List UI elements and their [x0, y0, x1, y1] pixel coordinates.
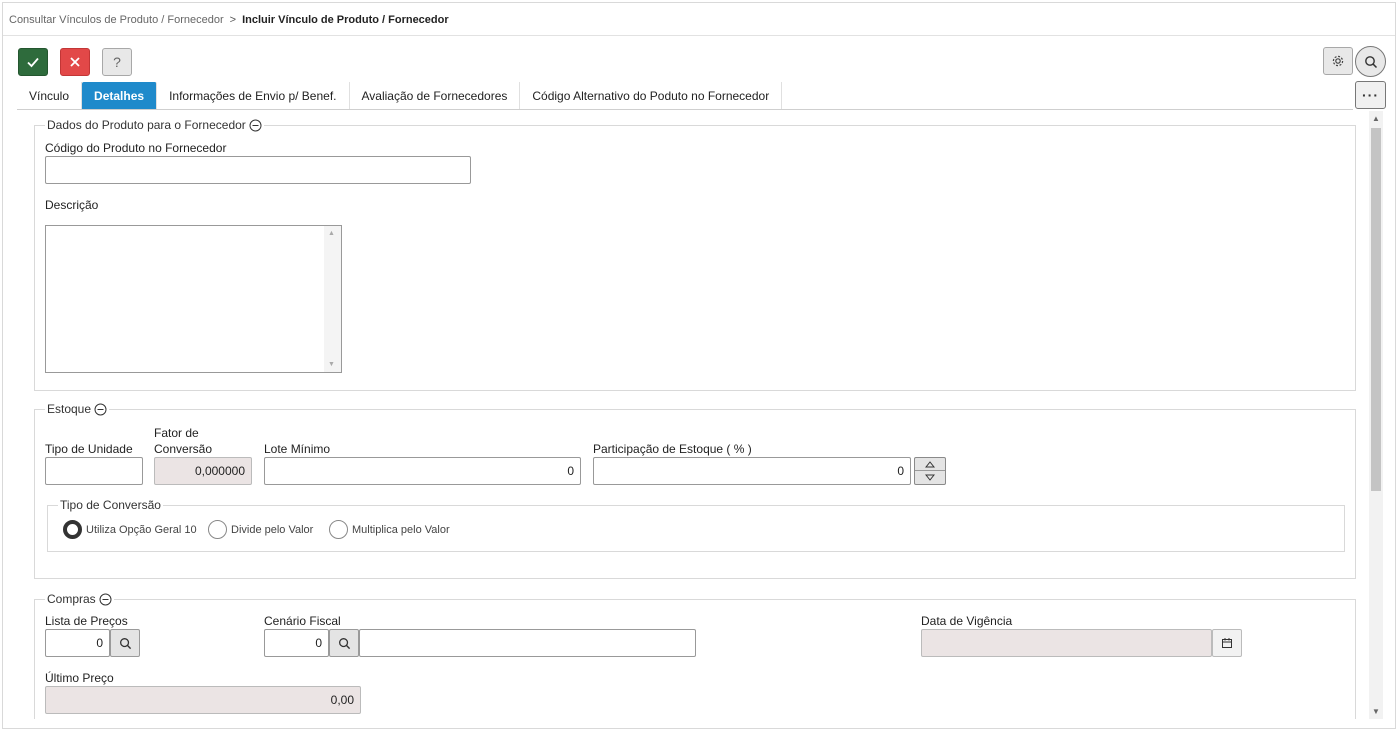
participacao-estoque-label: Participação de Estoque ( % ): [593, 442, 752, 456]
lista-precos-search-button[interactable]: [110, 629, 140, 657]
tab-codigo-alternativo[interactable]: Código Alternativo do Poduto no Forneced…: [520, 82, 783, 110]
tab-informacoes-envio[interactable]: Informações de Envio p/ Benef.: [157, 82, 350, 110]
estoque-section: Estoque Tipo de Unidade Fator de Convers…: [34, 402, 1356, 579]
fator-conversao-label-line2: Conversão: [154, 442, 213, 456]
more-options-button[interactable]: ···: [1355, 81, 1386, 109]
tab-content: Dados do Produto para o Fornecedor Códig…: [3, 111, 1369, 719]
page-scrollbar[interactable]: ▲ ▼: [1369, 111, 1383, 719]
estoque-legend: Estoque: [45, 402, 110, 416]
ultimo-preco-label: Último Preço: [45, 671, 114, 685]
tab-detalhes[interactable]: Detalhes: [82, 82, 158, 110]
radio-label: Multiplica pelo Valor: [352, 523, 450, 536]
compras-title: Compras: [47, 592, 96, 606]
search-button[interactable]: [1355, 46, 1386, 77]
triangle-down-icon: [925, 474, 935, 481]
tab-bar: Vínculo Detalhes Informações de Envio p/…: [17, 82, 783, 110]
radio-utiliza-opcao-geral[interactable]: Utiliza Opção Geral 10: [63, 520, 197, 539]
close-icon: [70, 57, 80, 67]
help-button[interactable]: ?: [102, 48, 132, 76]
cenario-fiscal-input[interactable]: 0: [264, 629, 329, 657]
tab-avaliacao-fornecedores[interactable]: Avaliação de Fornecedores: [350, 82, 521, 110]
scroll-up-icon[interactable]: ▲: [1372, 114, 1380, 123]
tabs-divider: [17, 109, 1353, 110]
scroll-down-icon[interactable]: ▼: [328, 361, 335, 368]
check-icon: [27, 57, 39, 68]
scroll-up-icon[interactable]: ▲: [328, 230, 335, 237]
fator-conversao-label-line1: Fator de: [154, 426, 199, 440]
participacao-estoque-input[interactable]: 0: [593, 457, 911, 485]
cancel-button[interactable]: [60, 48, 90, 76]
lista-precos-input[interactable]: 0: [45, 629, 110, 657]
codigo-produto-label: Código do Produto no Fornecedor: [45, 141, 227, 155]
radio-label: Utiliza Opção Geral 10: [86, 523, 197, 536]
search-icon: [119, 637, 131, 649]
calendar-button[interactable]: [1212, 629, 1242, 657]
triangle-up-icon: [925, 460, 935, 467]
descricao-label: Descrição: [45, 198, 99, 212]
tipo-unidade-input[interactable]: [45, 457, 143, 485]
stepper-up[interactable]: [915, 458, 945, 471]
lote-minimo-label: Lote Mínimo: [264, 442, 331, 456]
breadcrumb-parent-link[interactable]: Consultar Vínculos de Produto / Forneced…: [9, 14, 224, 26]
scroll-down-icon[interactable]: ▼: [1372, 707, 1380, 716]
lote-minimo-input[interactable]: 0: [264, 457, 581, 485]
radio-label: Divide pelo Valor: [231, 523, 314, 536]
breadcrumb-separator: >: [229, 14, 237, 26]
radio-divide-pelo-valor[interactable]: Divide pelo Valor: [208, 520, 313, 539]
collapse-icon[interactable]: [94, 403, 107, 416]
cenario-fiscal-description: [359, 629, 696, 657]
gear-icon: [1332, 55, 1344, 67]
radio-button[interactable]: [63, 520, 82, 539]
data-vigencia-label: Data de Vigência: [921, 614, 1013, 628]
data-vigencia-field: [921, 629, 1212, 657]
fator-conversao-field: 0,000000: [154, 457, 252, 485]
compras-legend: Compras: [45, 592, 114, 606]
dados-produto-section: Dados do Produto para o Fornecedor Códig…: [34, 118, 1356, 391]
radio-multiplica-pelo-valor[interactable]: Multiplica pelo Valor: [329, 520, 450, 539]
main-frame: Consultar Vínculos de Produto / Forneced…: [2, 2, 1396, 729]
stepper-down[interactable]: [915, 471, 945, 484]
header-divider: [3, 35, 1395, 36]
collapse-icon[interactable]: [249, 119, 262, 132]
descricao-scrollbar[interactable]: ▲ ▼: [324, 226, 341, 372]
participacao-stepper[interactable]: [914, 457, 946, 485]
tipo-conversao-legend: Tipo de Conversão: [58, 498, 163, 512]
descricao-textarea[interactable]: ▲ ▼: [45, 225, 342, 373]
codigo-produto-input[interactable]: [45, 156, 471, 184]
scrollbar-thumb[interactable]: [1371, 128, 1381, 491]
tab-vinculo[interactable]: Vínculo: [17, 82, 83, 110]
tipo-conversao-group: Tipo de Conversão Utiliza Opção Geral 10…: [47, 498, 1345, 552]
dados-produto-legend: Dados do Produto para o Fornecedor: [45, 118, 264, 132]
breadcrumb: Consultar Vínculos de Produto / Forneced…: [9, 14, 449, 26]
lista-precos-label: Lista de Preços: [45, 614, 128, 628]
radio-button[interactable]: [208, 520, 227, 539]
calendar-icon: [1222, 638, 1232, 648]
search-icon: [338, 637, 350, 649]
breadcrumb-current: Incluir Vínculo de Produto / Fornecedor: [242, 14, 449, 26]
estoque-title: Estoque: [47, 402, 92, 416]
cenario-fiscal-search-button[interactable]: [329, 629, 359, 657]
compras-section: Compras Lista de Preços 0 Cenário Fiscal…: [34, 592, 1356, 719]
cenario-fiscal-label: Cenário Fiscal: [264, 614, 341, 628]
confirm-button[interactable]: [18, 48, 48, 76]
search-icon: [1364, 55, 1377, 68]
tipo-unidade-label: Tipo de Unidade: [45, 442, 133, 456]
ultimo-preco-field: 0,00: [45, 686, 361, 714]
radio-button[interactable]: [329, 520, 348, 539]
dados-produto-title: Dados do Produto para o Fornecedor: [47, 118, 246, 132]
settings-button[interactable]: [1323, 47, 1353, 75]
collapse-icon[interactable]: [99, 593, 112, 606]
